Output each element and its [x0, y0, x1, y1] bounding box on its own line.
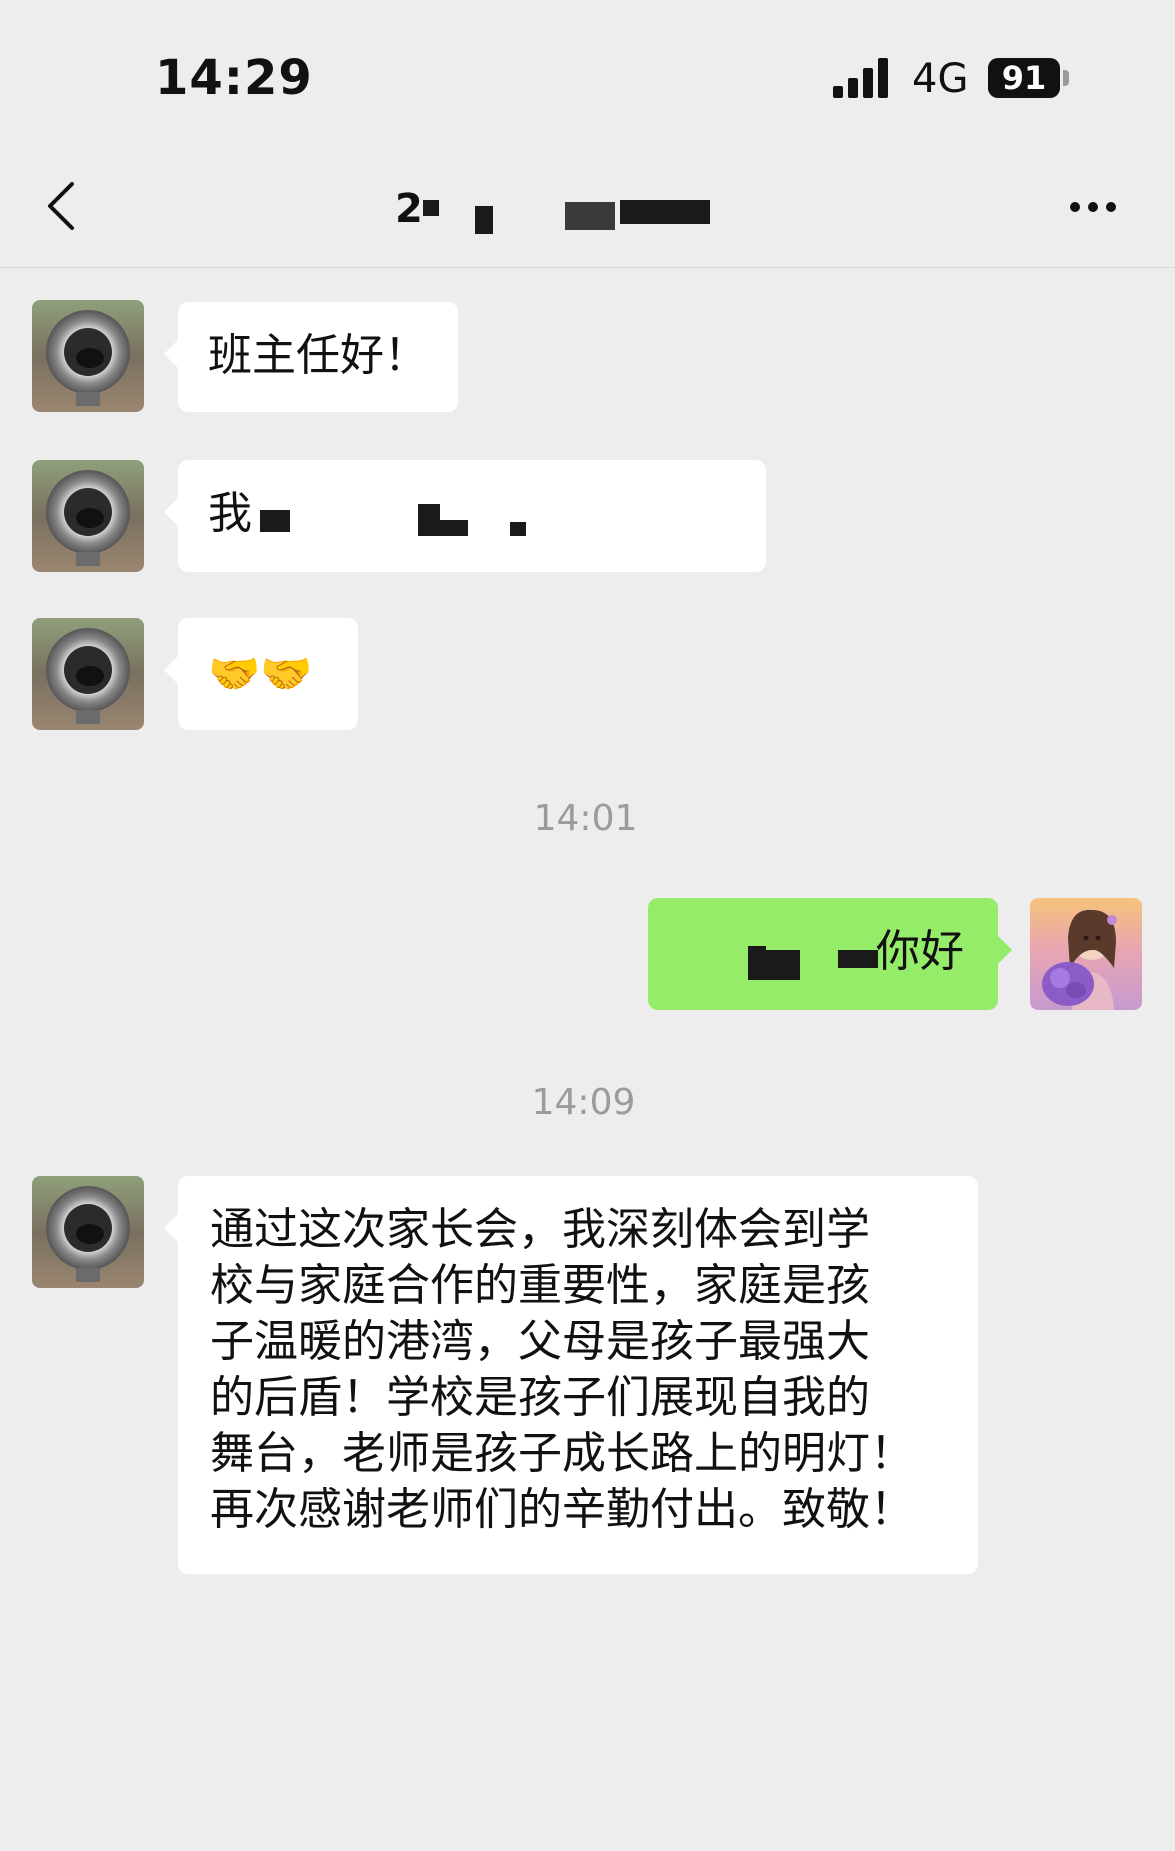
- message-bubble-self[interactable]: 你好: [648, 898, 1012, 1010]
- battery-icon: 91: [988, 58, 1060, 98]
- chat-title-text: 2: [395, 186, 423, 232]
- avatar[interactable]: [32, 618, 144, 730]
- battery-level: 91: [1001, 59, 1047, 97]
- message-text: 你好: [876, 926, 964, 977]
- redaction-block: [838, 950, 878, 968]
- battery-tip: [1063, 70, 1069, 86]
- avatar[interactable]: [32, 300, 144, 412]
- redaction-block: [440, 520, 468, 536]
- signal-strength-icon: [833, 58, 893, 98]
- redaction-block: [423, 200, 439, 216]
- avatar[interactable]: [32, 460, 144, 572]
- redaction-block: [260, 510, 290, 532]
- network-type: 4G: [912, 56, 969, 102]
- self-avatar[interactable]: [1030, 898, 1142, 1010]
- message-line: 舞台，老师是孩子成长路上的明灯！: [210, 1428, 914, 1479]
- message-line: 子温暖的港湾，父母是孩子最强大: [210, 1316, 870, 1367]
- message-line: 的后盾！学校是孩子们展现自我的: [210, 1372, 870, 1423]
- chat-title: 2: [395, 186, 795, 236]
- message-bubble[interactable]: 🤝🤝: [164, 618, 358, 730]
- message-timestamp: 14:09: [531, 1082, 636, 1123]
- message-text: 班主任好！: [208, 330, 428, 381]
- message-bubble[interactable]: 通过这次家长会，我深刻体会到学 校与家庭合作的重要性，家庭是孩 子温暖的港湾，父…: [164, 1176, 978, 1574]
- redaction-block: [620, 200, 710, 224]
- chevron-left-icon: [48, 182, 74, 230]
- redaction-block: [766, 950, 800, 980]
- chat-header: 2: [0, 150, 1175, 268]
- status-time: 14:29: [155, 50, 313, 106]
- avatar[interactable]: [32, 1176, 144, 1288]
- redaction-block: [418, 504, 440, 536]
- redaction-block: [565, 202, 615, 230]
- redaction-block: [748, 946, 766, 980]
- message-line: 通过这次家长会，我深刻体会到学: [210, 1204, 870, 1255]
- redaction-block: [475, 206, 493, 234]
- message-bubble[interactable]: 班主任好！: [164, 302, 458, 412]
- message-line: 再次感谢老师们的辛勤付出。致敬！: [210, 1484, 914, 1535]
- message-line: 校与家庭合作的重要性，家庭是孩: [210, 1260, 870, 1311]
- message-text: 我: [208, 488, 252, 539]
- status-bar: 14:29 4G 91: [0, 0, 1175, 150]
- message-bubble[interactable]: 我: [164, 460, 766, 572]
- message-timestamp: 14:01: [533, 798, 638, 839]
- redaction-block: [510, 522, 526, 536]
- handshake-emoji: 🤝🤝: [208, 649, 313, 698]
- more-button[interactable]: [1070, 196, 1126, 220]
- back-button[interactable]: [42, 176, 82, 236]
